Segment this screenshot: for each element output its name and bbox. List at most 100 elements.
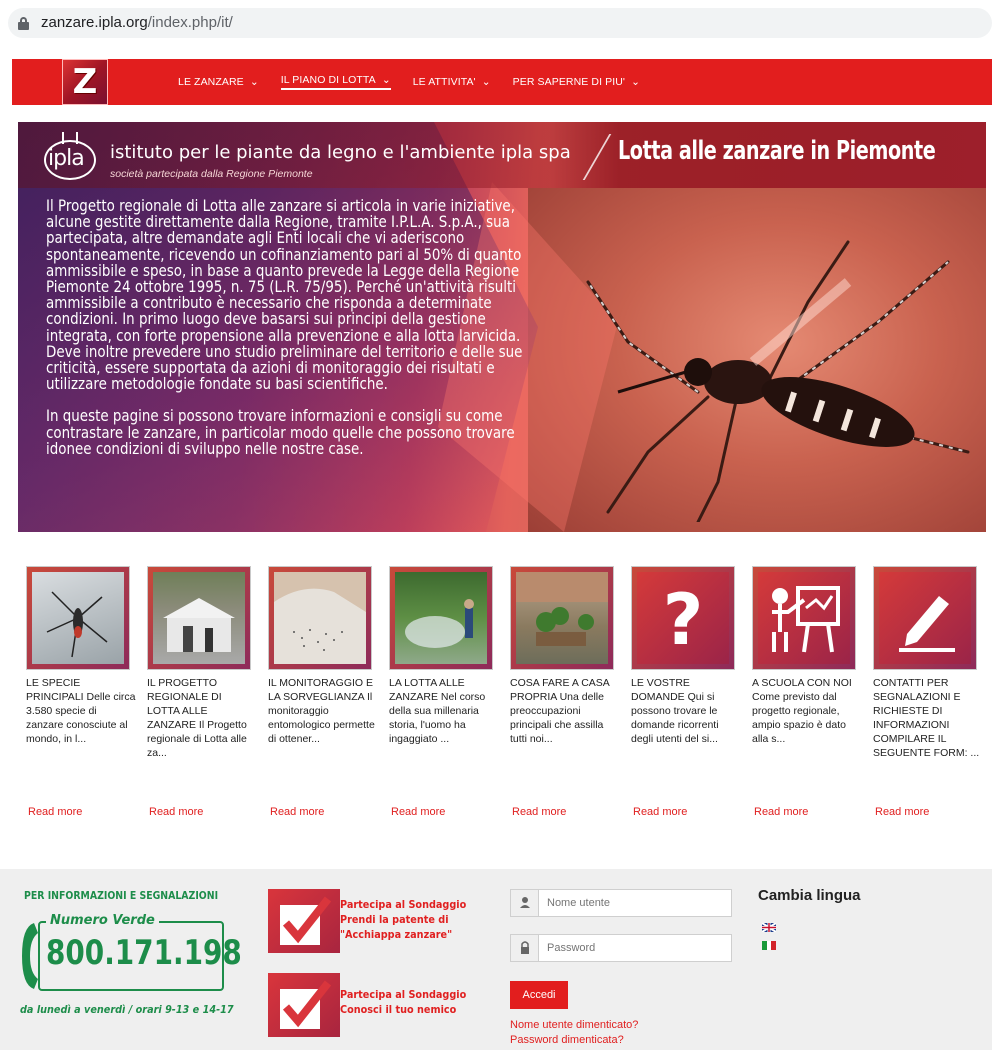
survey-link-nemico[interactable]: Partecipa al Sondaggio Conosci il tuo ne… (340, 987, 466, 1017)
footer: PER INFORMAZIONI E SEGNALAZIONI Numero V… (0, 869, 992, 1050)
card-thumbnail[interactable] (147, 566, 251, 670)
read-more-link[interactable]: Read more (270, 806, 324, 818)
forgot-password-link[interactable]: Password dimenticata? (510, 1034, 624, 1046)
garden-photo-icon (516, 572, 608, 664)
survey-line: "Acchiappa zanzare" (340, 928, 453, 941)
info-title: PER INFORMAZIONI E SEGNALAZIONI (24, 889, 219, 902)
gazebo-photo-icon (153, 572, 245, 664)
read-more-link[interactable]: Read more (149, 806, 203, 818)
banner-paragraph: In queste pagine si possono trovare info… (46, 406, 515, 458)
chevron-down-icon: ⌄ (249, 76, 259, 88)
read-more-link[interactable]: Read more (633, 806, 687, 818)
banner-headline: Lotta alle zanzare in Piemonte (618, 136, 936, 166)
card-thumbnail[interactable]: ? (631, 566, 735, 670)
hero-banner: ipla istituto per le piante da legno e l… (18, 122, 986, 532)
card-thumbnail[interactable] (268, 566, 372, 670)
card-text: CONTATTI PER SEGNALAZIONI E RICHIESTE DI… (873, 677, 980, 759)
mosquito-photo-icon (32, 572, 124, 664)
ipla-logo-text: ipla (48, 146, 85, 171)
url-text[interactable]: zanzare.ipla.org/index.php/it/ (41, 14, 233, 31)
article-cards: LE SPECIE PRINCIPALI Delle circa 3.580 s… (22, 566, 992, 826)
mosquito-illustration (586, 240, 970, 522)
opening-hours: da lunedì a venerdì / orari 9-13 e 14-17 (20, 1003, 234, 1016)
article-card[interactable]: LE SPECIE PRINCIPALI Delle circa 3.580 s… (26, 566, 136, 818)
lock-icon[interactable] (18, 16, 29, 30)
read-more-link[interactable]: Read more (391, 806, 445, 818)
en-flag-icon[interactable] (762, 923, 776, 932)
chevron-down-icon: ⌄ (481, 76, 491, 88)
question-icon: ? (637, 572, 729, 664)
password-input[interactable] (539, 935, 729, 961)
nav-item-le-attivita[interactable]: LE ATTIVITA' ⌄ (413, 76, 491, 88)
read-more-link[interactable]: Read more (875, 806, 929, 818)
nav-item-label: LE ZANZARE (178, 76, 244, 88)
read-more-link[interactable]: Read more (512, 806, 566, 818)
survey-line: Prendi la patente di (340, 913, 449, 926)
card-thumbnail[interactable] (873, 566, 977, 670)
lock-icon (511, 935, 539, 961)
article-card[interactable]: IL PROGETTO REGIONALE DI LOTTA ALLE ZANZ… (147, 566, 257, 818)
lab-sample-photo-icon (274, 572, 366, 664)
card-text: LE VOSTRE DOMANDE Qui si possono trovare… (631, 677, 719, 745)
article-card[interactable]: ? LE VOSTRE DOMANDE Qui si possono trova… (631, 566, 741, 818)
nav-menu: LE ZANZARE ⌄ IL PIANO DI LOTTA ⌄ LE ATTI… (178, 59, 662, 105)
card-text: IL PROGETTO REGIONALE DI LOTTA ALLE ZANZ… (147, 677, 247, 759)
survey-line: Partecipa al Sondaggio (340, 988, 467, 1001)
card-thumbnail[interactable] (510, 566, 614, 670)
pencil-form-icon (879, 572, 971, 664)
card-thumbnail[interactable] (389, 566, 493, 670)
username-input[interactable] (539, 890, 729, 916)
nav-item-label: LE ATTIVITA' (412, 76, 476, 88)
username-field[interactable] (510, 889, 732, 917)
card-thumbnail[interactable] (752, 566, 856, 670)
nav-item-le-zanzare[interactable]: LE ZANZARE ⌄ (178, 76, 259, 88)
article-card[interactable]: IL MONITORAGGIO E LA SORVEGLIANZA Il mon… (268, 566, 378, 818)
language-title: Cambia lingua (758, 887, 861, 904)
ipla-logo: ipla (44, 132, 100, 182)
survey-checkbox-icon[interactable] (268, 889, 340, 953)
card-text: LA LOTTA ALLE ZANZARE Nel corso della su… (389, 677, 486, 745)
url-domain: zanzare.ipla.org (41, 13, 148, 31)
survey-link-patente[interactable]: Partecipa al Sondaggio Prendi la patente… (340, 897, 466, 942)
main-nav: Z LE ZANZARE ⌄ IL PIANO DI LOTTA ⌄ LE AT… (12, 59, 992, 105)
banner-paragraph: Il Progetto regionale di Lotta alle zanz… (46, 196, 523, 394)
org-name: istituto per le piante da legno e l'ambi… (110, 142, 571, 163)
phone-handset-icon (22, 923, 38, 989)
card-text: COSA FARE A CASA PROPRIA Una delle preoc… (510, 677, 610, 745)
banner-body: Il Progetto regionale di Lotta alle zanz… (46, 197, 522, 473)
article-card[interactable]: COSA FARE A CASA PROPRIA Una delle preoc… (510, 566, 620, 818)
nav-item-piano-di-lotta[interactable]: IL PIANO DI LOTTA ⌄ (280, 74, 391, 90)
it-flag-icon[interactable] (762, 941, 776, 950)
survey-line: Conosci il tuo nemico (340, 1003, 457, 1016)
card-text: LE SPECIE PRINCIPALI Delle circa 3.580 s… (26, 677, 136, 745)
numero-verde-label: Numero Verde (46, 913, 159, 928)
nav-item-label: PER SAPERNE DI PIU' (512, 76, 626, 88)
forgot-username-link[interactable]: Nome utente dimenticato? (510, 1019, 638, 1031)
phone-number[interactable]: 800.171.198 (46, 933, 242, 973)
site-logo[interactable]: Z (62, 59, 108, 105)
logo-letter: Z (72, 62, 98, 102)
user-icon (511, 890, 539, 916)
card-text: A SCUOLA CON NOI Come previsto dal proge… (752, 677, 852, 745)
teacher-board-icon (758, 572, 850, 664)
chevron-down-icon: ⌄ (631, 76, 640, 88)
nav-item-label: IL PIANO DI LOTTA (280, 74, 376, 86)
card-thumbnail[interactable] (26, 566, 130, 670)
url-path: /index.php/it/ (147, 13, 233, 31)
article-card[interactable]: LA LOTTA ALLE ZANZARE Nel corso della su… (389, 566, 499, 818)
article-card[interactable]: CONTATTI PER SEGNALAZIONI E RICHIESTE DI… (873, 566, 983, 818)
svg-text:?: ? (663, 579, 704, 661)
read-more-link[interactable]: Read more (28, 806, 82, 818)
password-field[interactable] (510, 934, 732, 962)
spraying-photo-icon (395, 572, 487, 664)
survey-checkbox-icon[interactable] (268, 973, 340, 1037)
read-more-link[interactable]: Read more (754, 806, 808, 818)
article-card[interactable]: A SCUOLA CON NOI Come previsto dal proge… (752, 566, 862, 818)
login-button[interactable]: Accedi (510, 981, 568, 1009)
nav-item-per-saperne-di-piu[interactable]: PER SAPERNE DI PIU' ⌄ (513, 76, 640, 88)
chevron-down-icon: ⌄ (381, 74, 391, 86)
org-subtitle: società partecipata dalla Regione Piemon… (110, 168, 313, 180)
card-text: IL MONITORAGGIO E LA SORVEGLIANZA Il mon… (268, 677, 375, 745)
address-bar[interactable]: zanzare.ipla.org/index.php/it/ (0, 0, 992, 44)
survey-line: Partecipa al Sondaggio (340, 898, 467, 911)
